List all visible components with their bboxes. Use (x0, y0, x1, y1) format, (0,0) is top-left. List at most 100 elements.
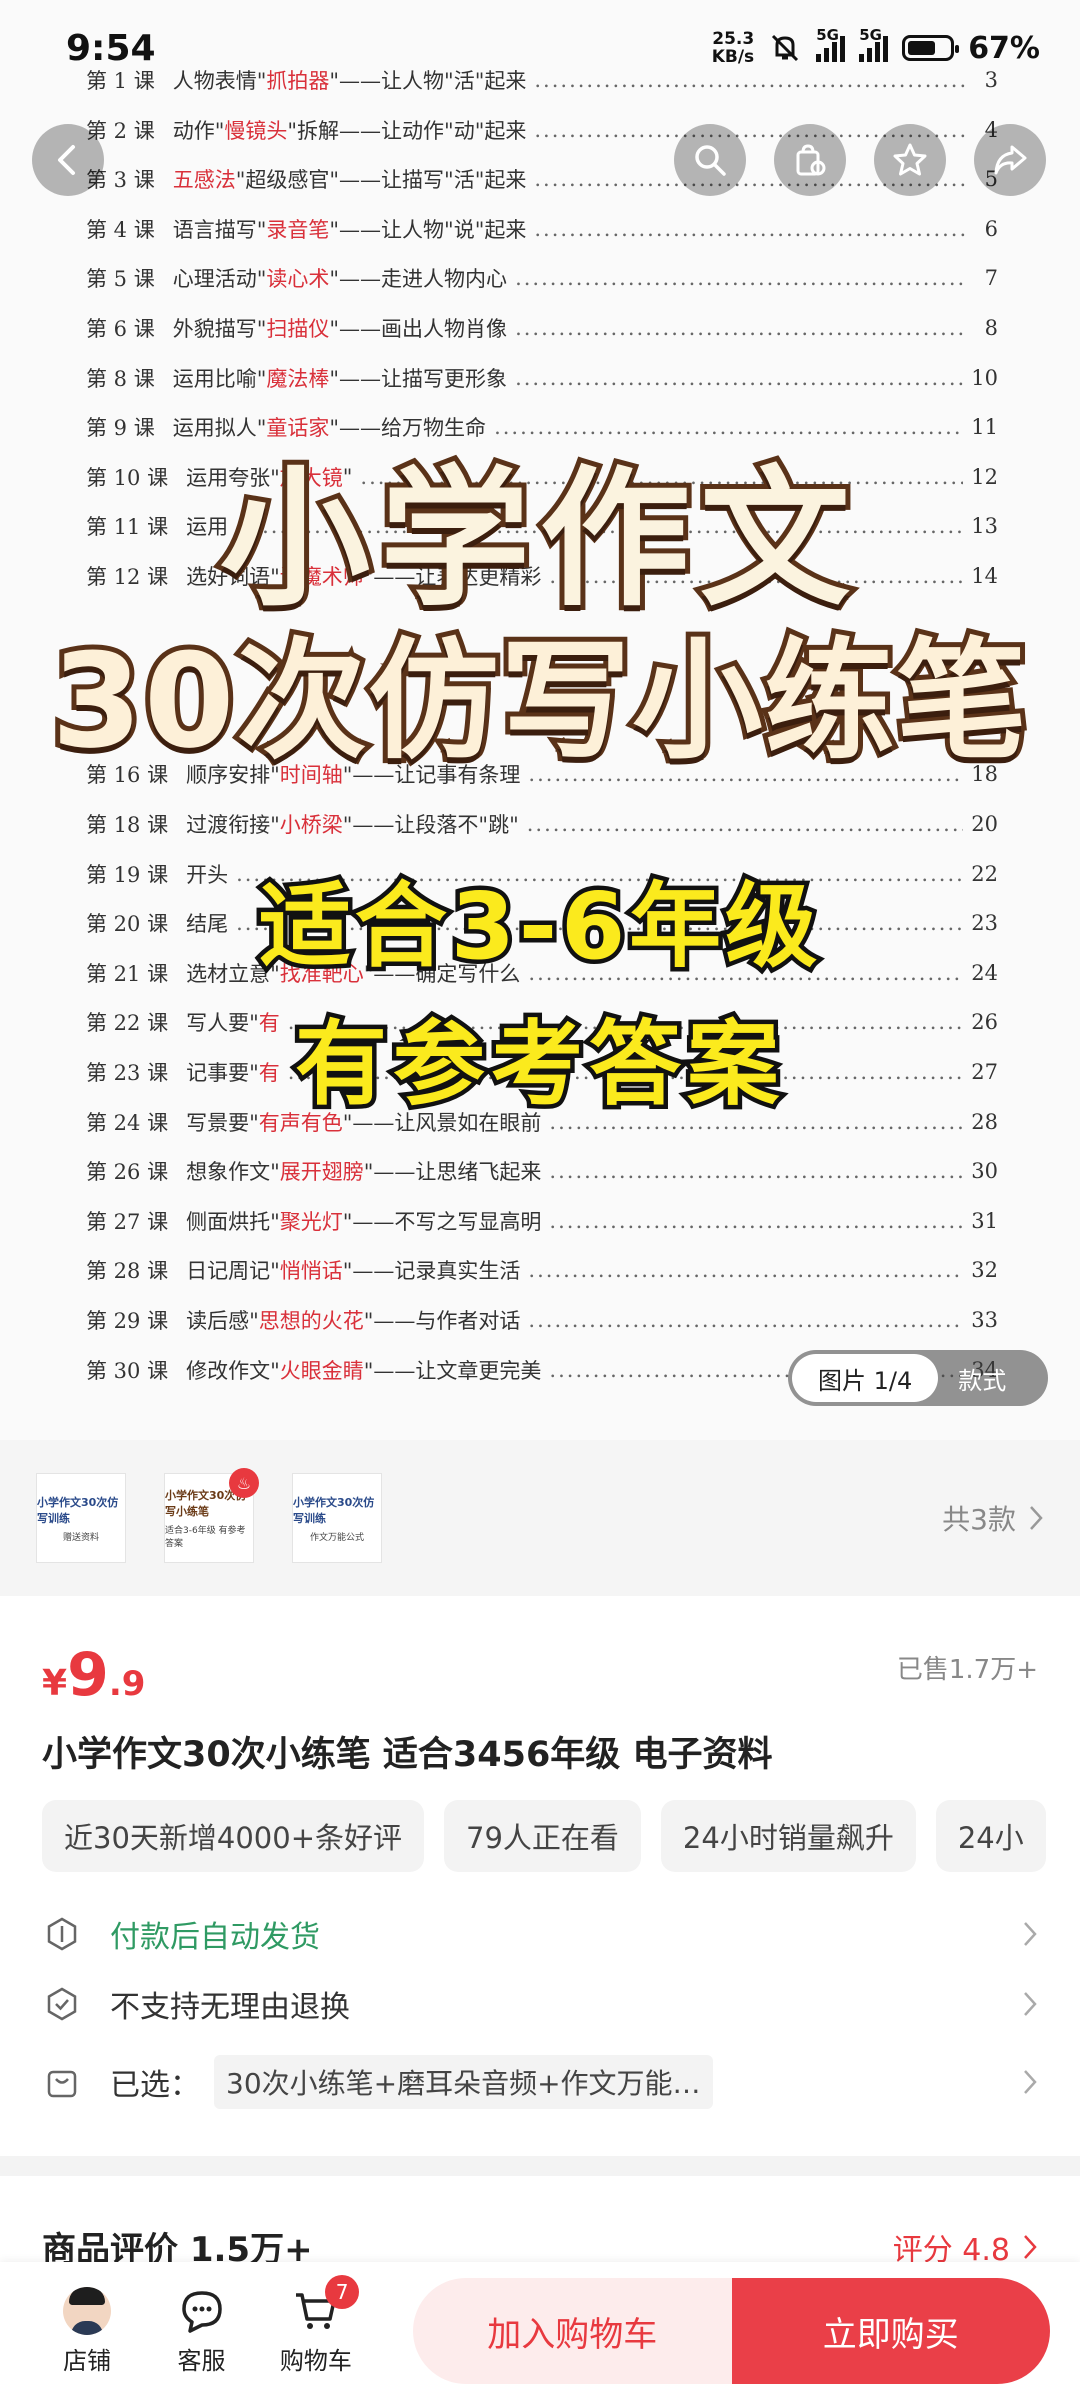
toc-row: 第 6 课外貌描写"扫描仪"——画出人物肖像 8 (86, 308, 998, 348)
toc-page-number: 10 (971, 365, 998, 390)
style-thumb-3-title: 小学作文30次仿写训练 (293, 1495, 375, 1525)
tag-sales-rising: 24小时销量飙升 (660, 1800, 916, 1872)
star-icon (893, 143, 927, 176)
toc-lesson-keyword: 录音笔 (266, 217, 330, 242)
status-time: 9:54 (66, 27, 156, 69)
toc-lesson-text: 心理活动" (172, 267, 267, 292)
style-tab[interactable]: 款式 (938, 1361, 1026, 1396)
return-policy-row[interactable]: 不支持无理由退换 (42, 1976, 1038, 2032)
price-integer: 9 (67, 1640, 109, 1710)
toc-lesson-text: "——让描写更形象 (329, 366, 508, 391)
image-counter-pill[interactable]: 图片 1/4 款式 (788, 1350, 1048, 1406)
style-thumb-2[interactable]: 小学作文30次仿写小练笔 适合3-6年级 有参考答案 ♨ (164, 1468, 259, 1563)
shop-bag-button[interactable] (774, 124, 846, 196)
toc-row: 第 26 课想象作文"展开翅膀"——让思绪飞起来 30 (86, 1151, 998, 1191)
delivery-row[interactable]: 付款后自动发货 (42, 1906, 1038, 1962)
chat-bubble-icon (181, 2290, 222, 2333)
style-thumb-1-title: 小学作文30次仿写训练 (37, 1495, 119, 1525)
toc-leader-dots (515, 266, 968, 290)
image-counter[interactable]: 图片 1/4 (792, 1354, 939, 1402)
search-button[interactable] (674, 124, 746, 196)
shop-bag-icon (796, 144, 826, 176)
toc-leader-dots (549, 1159, 963, 1183)
network-speed-unit: KB/s (711, 47, 755, 67)
toc-lesson-text: 日记周记" (186, 1259, 280, 1284)
toc-leader-dots (528, 1308, 963, 1332)
overlay-title-line-2: 30次仿写小练笔 (47, 620, 1032, 782)
status-bar: 9:54 25.3 KB/s 5G 5G 67% (0, 0, 1080, 96)
chevron-right-icon (1024, 2234, 1037, 2259)
network-speed-value: 25.3 (712, 29, 755, 49)
tag-viewers: 79人正在看 (444, 1800, 641, 1872)
toc-lesson-number: 第 28 课 (86, 1259, 169, 1284)
toc-row: 第 5 课心理活动"读心术"——走进人物内心 7 (86, 258, 998, 298)
cart-button[interactable]: 购物车 7 (259, 2274, 373, 2376)
toc-lesson-text: "——让文章更完美 (363, 1358, 542, 1383)
toc-leader-dots (528, 1258, 963, 1282)
toc-lesson-number: 第 30 课 (86, 1358, 169, 1383)
toc-page-number: 32 (971, 1258, 998, 1283)
section-divider (0, 2156, 1080, 2176)
toc-lesson-keyword: 扫描仪 (266, 317, 330, 341)
battery-percent: 67% (968, 30, 1040, 66)
toc-lesson-keyword: 展开翅膀 (279, 1160, 364, 1185)
style-thumb-1[interactable]: 小学作文30次仿写训练 赠送资料 (36, 1473, 126, 1563)
back-button[interactable] (32, 124, 104, 196)
toc-page-number: 8 (984, 316, 998, 340)
bottom-action-bar: 店铺 客服 购物车 7 加入购物车 立即购买 (0, 2262, 1080, 2400)
selected-option-row[interactable]: 已选： 30次小练笔+磨耳朵音频+作文万能… (42, 2054, 1038, 2110)
toc-row: 第 18 课过渡衔接"小桥梁"——让段落不"跳" 20 (86, 804, 998, 844)
toc-page-number: 31 (971, 1208, 998, 1233)
toc-row: 第 29 课读后感"思想的火花"——与作者对话 33 (86, 1300, 998, 1340)
network-speed: 25.3 KB/s (712, 30, 754, 66)
signal-2-icon: 5G (859, 26, 889, 62)
purchase-buttons: 加入购物车 立即购买 (413, 2278, 1050, 2384)
toc-lesson-text: 过渡衔接" (186, 813, 280, 837)
toc-lesson-text: "——让人物"说"起来 (329, 217, 527, 242)
customer-service-label: 客服 (177, 2346, 226, 2375)
customer-service-button[interactable]: 客服 (144, 2287, 258, 2376)
toc-leader-dots (534, 217, 968, 241)
toc-lesson-keyword: 慢镜头 (224, 118, 288, 143)
toc-lesson-text: "拆解——让动作"动"起来 (287, 118, 527, 143)
style-thumb-3-subtitle: 作文万能公式 (309, 1532, 364, 1543)
return-policy-text: 不支持无理由退换 (110, 1990, 350, 2025)
add-to-cart-button[interactable]: 加入购物车 (413, 2278, 732, 2384)
cart-label: 购物车 (279, 2346, 352, 2375)
signal-1-label: 5G (816, 26, 839, 44)
search-icon (695, 145, 726, 176)
toc-lesson-keyword: 悄悄话 (279, 1259, 343, 1284)
selected-label: 已选： (110, 2068, 200, 2103)
toc-lesson-keyword: 聚光灯 (279, 1209, 343, 1234)
style-thumb-3[interactable]: 小学作文30次仿写训练 作文万能公式 (292, 1473, 382, 1563)
overlay-subtitle-answers: 有参考答案 (290, 1007, 785, 1123)
style-count-link[interactable]: 共3款 (942, 1498, 1044, 1538)
toc-lesson-text: 修改作文" (186, 1358, 280, 1383)
share-button[interactable] (974, 124, 1046, 196)
toc-row: 第 2 课动作"慢镜头"拆解——让动作"动"起来4 (86, 110, 998, 150)
toc-leader-dots (527, 812, 964, 836)
chevron-right-icon (1030, 1506, 1043, 1530)
toc-row: 第 4 课语言描写"录音笔"——让人物"说"起来 6 (86, 209, 998, 249)
delivery-hexagon-icon (42, 1914, 82, 1954)
toc-row: 第 8 课运用比喻"魔法棒"——让描写更形象 10 (86, 358, 998, 398)
overlay-subtitle-grade: 适合3-6年级 (254, 869, 822, 985)
price-decimal: .9 (108, 1664, 146, 1704)
toc-row: 第 27 课侧面烘托"聚光灯"——不写之写显高明 31 (86, 1201, 998, 1241)
toc-page-number: 7 (984, 266, 998, 291)
chevron-right-icon (1024, 2070, 1037, 2094)
shop-button[interactable]: 店铺 (30, 2286, 144, 2376)
selected-value[interactable]: 30次小练笔+磨耳朵音频+作文万能… (214, 2055, 713, 2109)
favorite-button[interactable] (874, 124, 946, 196)
tag-reviews: 近30天新增4000+条好评 (42, 1800, 425, 1872)
toc-row: 第 28 课日记周记"悄悄话"——记录真实生活 32 (86, 1250, 998, 1290)
toc-page-number: 33 (971, 1308, 998, 1332)
toc-lesson-keyword: 读心术 (266, 267, 330, 292)
cart-badge: 7 (325, 2274, 360, 2309)
buy-now-button[interactable]: 立即购买 (731, 2278, 1050, 2384)
highlight-tags: 近30天新增4000+条好评 79人正在看 24小时销量飙升 24小 (42, 1800, 1080, 1872)
price: ¥ 9 .9 (42, 1640, 145, 1710)
mute-icon (772, 34, 799, 62)
product-image-carousel[interactable]: 第 1 课人物表情"抓拍器"——让人物"活"起来3第 2 课动作"慢镜头"拆解—… (0, 0, 1080, 1440)
style-selector: 小学作文30次仿写训练 赠送资料 小学作文30次仿写小练笔 适合3-6年级 有参… (0, 1440, 1080, 1596)
